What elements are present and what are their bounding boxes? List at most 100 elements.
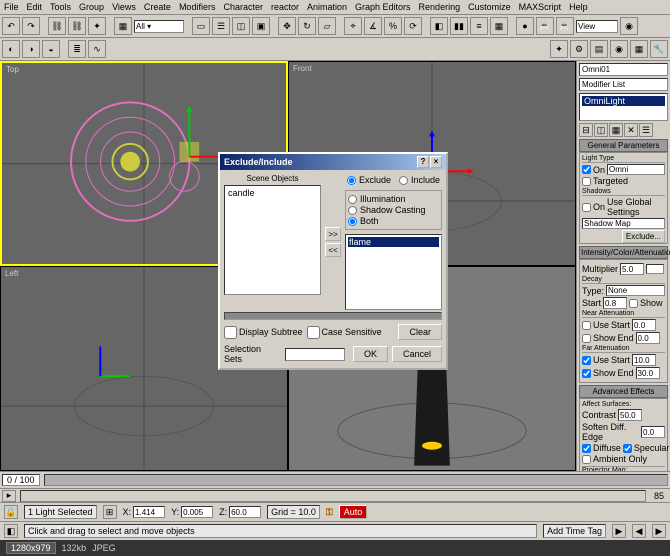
named-sel-button[interactable]: ◧ [430, 17, 448, 35]
near-use-checkbox[interactable] [582, 321, 591, 330]
dialog-close-button[interactable]: × [430, 156, 442, 168]
menu-reactor[interactable]: reactor [271, 2, 299, 12]
angle-snap-button[interactable]: ∡ [364, 17, 382, 35]
include-radio[interactable] [399, 176, 408, 185]
soften-input[interactable] [641, 426, 665, 438]
window-crossing-button[interactable]: ▣ [252, 17, 270, 35]
menu-edit[interactable]: Edit [27, 2, 43, 12]
tool-b[interactable]: ◑ [22, 40, 40, 58]
menu-graph-editors[interactable]: Graph Editors [355, 2, 411, 12]
specular-checkbox[interactable] [623, 444, 632, 453]
scrollbar[interactable] [224, 312, 442, 320]
rollout-general-header[interactable]: General Parameters [579, 139, 668, 152]
targeted-checkbox[interactable] [582, 177, 591, 186]
trackbar-track[interactable] [20, 490, 646, 502]
light-color-swatch[interactable] [646, 264, 664, 274]
schematic-button[interactable]: ▦ [114, 17, 132, 35]
menu-help[interactable]: Help [569, 2, 588, 12]
dialog-help-button[interactable]: ? [417, 156, 429, 168]
select-button[interactable]: ▭ [192, 17, 210, 35]
pivot-button[interactable]: ◉ [620, 17, 638, 35]
motion-panel-button[interactable]: ◉ [610, 40, 628, 58]
display-panel-button[interactable]: ▦ [630, 40, 648, 58]
menu-views[interactable]: Views [112, 2, 136, 12]
maxscript-button[interactable]: ◧ [4, 524, 18, 538]
near-show-checkbox[interactable] [582, 334, 591, 343]
include-arrow-button[interactable]: >> [325, 227, 341, 241]
decay-type-dropdown[interactable]: None [606, 285, 665, 296]
near-end-input[interactable] [636, 332, 660, 344]
coord-system-dropdown[interactable]: View [576, 20, 618, 33]
utilities-panel-button[interactable]: 🔧 [650, 40, 668, 58]
curve-editor-button[interactable]: ∿ [88, 40, 106, 58]
redo-button[interactable]: ↷ [22, 17, 40, 35]
menu-maxscript[interactable]: MAXScript [519, 2, 562, 12]
both-radio[interactable] [348, 217, 357, 226]
ok-button[interactable]: OK [353, 346, 388, 362]
far-use-checkbox[interactable] [582, 356, 591, 365]
menu-character[interactable]: Character [223, 2, 263, 12]
filter-dropdown[interactable]: All ▾ [134, 20, 184, 33]
far-show-checkbox[interactable] [582, 369, 591, 378]
z-coord-input[interactable] [229, 506, 261, 518]
key-icon[interactable]: ⚿ [326, 507, 333, 518]
case-sensitive-checkbox[interactable] [307, 326, 320, 339]
modifier-list-dropdown[interactable]: Modifier List [579, 78, 668, 91]
clear-button[interactable]: Clear [398, 324, 442, 340]
x-coord-input[interactable] [133, 506, 165, 518]
time-tag[interactable]: Add Time Tag [543, 524, 606, 538]
exclude-button[interactable]: Exclude... [622, 230, 665, 243]
select-name-button[interactable]: ☰ [212, 17, 230, 35]
time-slider[interactable] [44, 474, 668, 486]
ambient-checkbox[interactable] [582, 455, 591, 464]
diffuse-checkbox[interactable] [582, 444, 591, 453]
rotate-button[interactable]: ↻ [298, 17, 316, 35]
schematic-view-button[interactable]: ▦ [490, 17, 508, 35]
tool-c[interactable]: ◒ [42, 40, 60, 58]
render-scene-button[interactable]: ☕ [536, 17, 554, 35]
menu-group[interactable]: Group [79, 2, 104, 12]
menu-tools[interactable]: Tools [50, 2, 71, 12]
multiplier-input[interactable] [620, 263, 644, 275]
object-name-field[interactable]: Omni01 [579, 63, 668, 76]
lock-button[interactable]: 🔒 [4, 505, 18, 519]
move-button[interactable]: ✥ [278, 17, 296, 35]
link-button[interactable]: ⛓ [48, 17, 66, 35]
snap-button[interactable]: ⌖ [344, 17, 362, 35]
far-start-input[interactable] [632, 354, 656, 366]
configure-button[interactable]: ☰ [639, 123, 653, 137]
selection-sets-dropdown[interactable] [285, 348, 345, 361]
create-panel-button[interactable]: ✦ [550, 40, 568, 58]
spinner-snap-button[interactable]: ⟳ [404, 17, 422, 35]
light-type-dropdown[interactable]: Omni [607, 164, 665, 175]
decay-start-input[interactable] [603, 297, 627, 309]
hierarchy-panel-button[interactable]: ▤ [590, 40, 608, 58]
rollout-advanced-header[interactable]: Advanced Effects [579, 385, 668, 398]
next-frame-button[interactable]: ▶ [652, 524, 666, 538]
far-end-input[interactable] [636, 367, 660, 379]
shadow-casting-radio[interactable] [348, 206, 357, 215]
contrast-input[interactable] [618, 409, 642, 421]
pin-stack-button[interactable]: ⊟ [579, 123, 593, 137]
show-end-result-button[interactable]: ◫ [594, 123, 608, 137]
menu-animation[interactable]: Animation [307, 2, 347, 12]
mirror-button[interactable]: ▮▮ [450, 17, 468, 35]
rollout-intensity-header[interactable]: Intensity/Color/Attenuation [579, 246, 668, 259]
unlink-button[interactable]: ⛓ [68, 17, 86, 35]
layers-button[interactable]: ≣ [68, 40, 86, 58]
remove-modifier-button[interactable]: ✕ [624, 123, 638, 137]
quick-render-button[interactable]: ☕ [556, 17, 574, 35]
menu-rendering[interactable]: Rendering [419, 2, 461, 12]
stack-item-omnilight[interactable]: OmniLight [582, 96, 665, 106]
play-button[interactable]: ▶ [612, 524, 626, 538]
list-item[interactable]: candle [227, 188, 318, 198]
align-button[interactable]: ≡ [470, 17, 488, 35]
list-item[interactable]: flame [348, 237, 439, 247]
prev-frame-button[interactable]: ◀ [632, 524, 646, 538]
menu-modifiers[interactable]: Modifiers [179, 2, 216, 12]
scene-objects-list[interactable]: candle [224, 185, 321, 295]
bind-button[interactable]: ✦ [88, 17, 106, 35]
tool-a[interactable]: ◐ [2, 40, 20, 58]
modify-panel-button[interactable]: ⚙ [570, 40, 588, 58]
select-region-button[interactable]: ◫ [232, 17, 250, 35]
